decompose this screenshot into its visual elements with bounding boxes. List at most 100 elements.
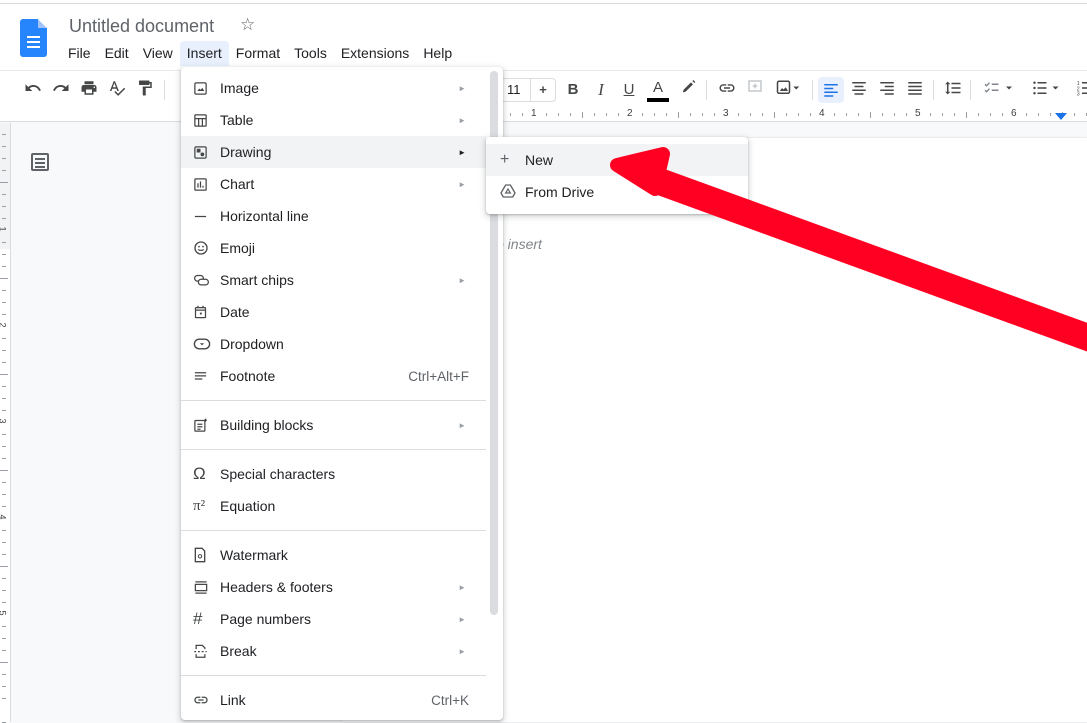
ruler-tick (2, 398, 6, 399)
redo-icon[interactable] (50, 79, 72, 101)
undo-icon[interactable] (22, 79, 44, 101)
menu-file[interactable]: File (61, 41, 98, 66)
line-spacing-icon[interactable] (942, 79, 964, 101)
add-comment-icon[interactable] (744, 79, 766, 101)
submenu-item-new[interactable]: + New (486, 144, 748, 176)
ruler-tick (2, 698, 6, 699)
submenu-arrow-icon: ► (458, 646, 466, 656)
link-icon[interactable] (716, 79, 738, 101)
menu-item-headers-footers[interactable]: Headers & footers ► (181, 571, 486, 603)
submenu-arrow-icon: ► (458, 582, 466, 592)
toolbar-divider (970, 80, 971, 100)
paint-format-icon[interactable] (134, 79, 156, 101)
menu-help[interactable]: Help (416, 41, 459, 66)
docs-logo-icon[interactable] (20, 19, 47, 57)
menu-item-chart[interactable]: Chart ► (181, 168, 486, 200)
menu-item-table[interactable]: Table ► (181, 104, 486, 136)
menu-item-break[interactable]: Break ► (181, 635, 486, 667)
insert-image-icon[interactable] (772, 79, 804, 101)
menu-item-special-characters[interactable]: Ω Special characters (181, 458, 486, 490)
link-icon (181, 692, 220, 708)
text-color-button[interactable]: A (647, 79, 669, 102)
menu-insert[interactable]: Insert (179, 41, 229, 66)
ruler-number: 5 (915, 108, 921, 119)
table-icon (181, 113, 220, 128)
print-icon[interactable] (78, 79, 100, 101)
omega-icon: Ω (193, 464, 206, 483)
horizontal-ruler[interactable]: 1 2 3 4 5 6 (0, 108, 1087, 122)
vertical-ruler[interactable]: 1 2 3 4 5 (0, 123, 11, 723)
ruler-tick (966, 112, 967, 118)
align-center-button[interactable] (848, 79, 870, 101)
header: Untitled document ☆ File Edit View Inser… (0, 4, 1087, 70)
menu-item-drawing[interactable]: Drawing ► (181, 136, 486, 168)
menu-item-image[interactable]: Image ► (181, 72, 486, 104)
ruler-tick (618, 113, 619, 116)
justify-button[interactable] (904, 79, 926, 101)
spellcheck-icon[interactable] (106, 79, 128, 101)
smart-chips-icon (181, 273, 220, 288)
menu-item-building-blocks[interactable]: Building blocks ► (181, 409, 486, 441)
ruler-tick (0, 662, 8, 663)
ruler-tick (834, 113, 835, 116)
menu-item-date[interactable]: Date (181, 296, 486, 328)
ruler-tick (546, 113, 547, 116)
menu-item-watermark[interactable]: Watermark (181, 539, 486, 571)
font-size-increase-button[interactable]: + (531, 79, 555, 101)
menu-item-link[interactable]: Link Ctrl+K (181, 684, 486, 716)
document-outline-icon[interactable] (31, 153, 49, 171)
menu-extensions[interactable]: Extensions (334, 41, 416, 66)
italic-button[interactable]: I (590, 79, 612, 101)
right-indent-marker[interactable] (1055, 113, 1067, 120)
menu-item-footnote[interactable]: Footnote Ctrl+Alt+F (181, 360, 486, 392)
highlight-color-icon[interactable] (678, 79, 700, 101)
align-left-button[interactable] (818, 77, 844, 103)
ruler-tick (0, 278, 8, 279)
underline-button[interactable]: U (618, 79, 640, 101)
menu-tools[interactable]: Tools (287, 41, 334, 66)
break-icon (181, 643, 220, 659)
ruler-tick (2, 206, 6, 207)
menu-item-horizontal-line[interactable]: Horizontal line (181, 200, 486, 232)
menu-item-smart-chips[interactable]: Smart chips ► (181, 264, 486, 296)
menu-item-dropdown[interactable]: Dropdown (181, 328, 486, 360)
menu-edit[interactable]: Edit (98, 41, 136, 66)
align-right-button[interactable] (876, 79, 898, 101)
font-size-value[interactable]: 11 (501, 79, 531, 101)
toolbar-divider (933, 80, 934, 100)
ruler-tick (558, 113, 559, 116)
menu-item-emoji[interactable]: Emoji (181, 232, 486, 264)
bulleted-list-icon[interactable] (1028, 79, 1068, 101)
ruler-tick (678, 112, 679, 118)
checklist-icon[interactable] (980, 79, 1020, 101)
ruler-tick (654, 113, 655, 116)
menu-view[interactable]: View (136, 41, 180, 66)
toolbar-divider (164, 80, 165, 100)
menu-item-equation[interactable]: π² Equation (181, 490, 486, 522)
star-icon[interactable]: ☆ (240, 15, 255, 35)
ruler-tick (1074, 113, 1075, 116)
ruler-tick (642, 113, 643, 116)
ruler-tick (2, 602, 6, 603)
ruler-tick (1026, 113, 1027, 116)
submenu-arrow-icon: ► (458, 115, 466, 125)
bold-button[interactable]: B (562, 79, 584, 101)
submenu-item-from-drive[interactable]: From Drive (486, 176, 748, 208)
ruler-tick (2, 494, 6, 495)
ruler-tick (2, 674, 6, 675)
numbered-list-icon[interactable]: 123 (1074, 79, 1087, 101)
toolbar-divider (706, 80, 707, 100)
ruler-tick (846, 113, 847, 116)
menu-format[interactable]: Format (229, 41, 287, 66)
ruler-tick (810, 113, 811, 116)
ruler-tick (2, 242, 6, 243)
toolbar: 11 + B I U A 123 (0, 70, 1087, 108)
submenu-arrow-icon: ► (458, 275, 466, 285)
ruler-number: 2 (627, 108, 633, 119)
ruler-tick (2, 254, 6, 255)
watermark-icon (181, 547, 220, 563)
document-title[interactable]: Untitled document (69, 16, 214, 37)
menu-item-page-numbers[interactable]: # Page numbers ► (181, 603, 486, 635)
font-size-field[interactable]: 11 + (500, 78, 556, 102)
ruler-tick (1002, 113, 1003, 116)
